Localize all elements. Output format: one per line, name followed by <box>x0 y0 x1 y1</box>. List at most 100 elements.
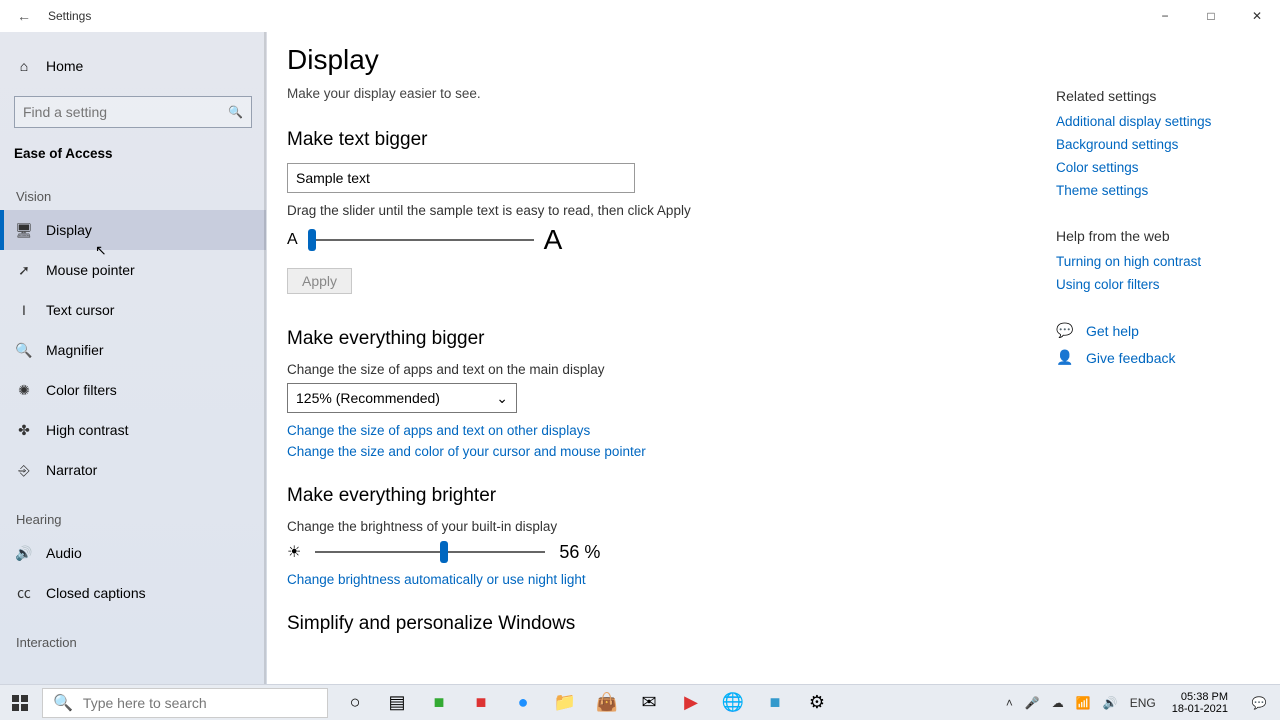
give-feedback[interactable]: 👤 Give feedback <box>1056 349 1256 366</box>
tray-notifications-icon[interactable]: 💬 <box>1242 696 1276 710</box>
sidebar-scrollbar[interactable] <box>264 32 266 684</box>
start-button[interactable] <box>0 685 40 721</box>
store-icon[interactable]: 👜 <box>586 685 628 721</box>
home-label: Home <box>46 58 83 74</box>
nav-label: High contrast <box>46 422 128 438</box>
slider-hint: Drag the slider until the sample text is… <box>287 203 1027 218</box>
sidebar-search-input[interactable] <box>23 104 228 120</box>
taskbar-search[interactable]: 🔍 Type here to search <box>42 688 328 718</box>
audio-icon: 🔊 <box>16 545 32 562</box>
color-filters-icon: ✺ <box>16 382 32 399</box>
give-feedback-label: Give feedback <box>1086 350 1176 366</box>
text-size-slider-row: A A <box>287 224 1027 256</box>
related-heading: Related settings <box>1056 88 1256 104</box>
get-help[interactable]: 💬 Get help <box>1056 322 1256 339</box>
group-vision-label: Vision <box>0 167 266 210</box>
close-button[interactable]: ✕ <box>1234 0 1280 32</box>
slider-thumb[interactable] <box>308 229 316 251</box>
sidebar-category: Ease of Access <box>0 128 266 167</box>
app-icon-1[interactable]: ■ <box>418 685 460 721</box>
window-title: Settings <box>48 9 91 23</box>
brightness-row: ☀ 56 % <box>287 540 1027 564</box>
tray-clock[interactable]: 05:38 PM 18-01-2021 <box>1166 691 1234 715</box>
edge-icon[interactable]: ● <box>502 685 544 721</box>
sample-text-box: Sample text <box>287 163 635 193</box>
nav-color-filters[interactable]: ✺ Color filters <box>0 370 266 410</box>
slider-track <box>308 239 534 241</box>
sun-icon: ☀ <box>287 542 301 562</box>
link-cursor-size[interactable]: Change the size and color of your cursor… <box>287 444 1027 459</box>
back-button[interactable]: ← <box>0 8 48 24</box>
link-other-displays[interactable]: Change the size of apps and text on othe… <box>287 423 1027 438</box>
slider-thumb[interactable] <box>440 541 448 563</box>
scale-dropdown[interactable]: 125% (Recommended) ⌄ <box>287 383 517 413</box>
section-simplify: Simplify and personalize Windows <box>287 613 1027 635</box>
app-icon-3[interactable]: ▶ <box>670 685 712 721</box>
nav-display[interactable]: 🖥 Display <box>0 210 266 250</box>
brightness-slider[interactable] <box>315 540 545 564</box>
taskbar-apps: ○ ▤ ■ ■ ● 📁 👜 ✉ ▶ 🌐 ■ ⚙ <box>334 685 838 721</box>
mail-icon[interactable]: ✉ <box>628 685 670 721</box>
scale-selected: 125% (Recommended) <box>296 390 440 406</box>
nav-closed-captions[interactable]: ㏄ Closed captions <box>0 573 266 613</box>
nav-audio[interactable]: 🔊 Audio <box>0 533 266 573</box>
link-additional-display[interactable]: Additional display settings <box>1056 114 1256 129</box>
feedback-icon: 👤 <box>1056 349 1072 366</box>
big-a-icon: A <box>544 224 563 256</box>
link-theme[interactable]: Theme settings <box>1056 183 1256 198</box>
sidebar-search[interactable]: 🔍 <box>14 96 252 128</box>
file-explorer-icon[interactable]: 📁 <box>544 685 586 721</box>
tray-volume-icon[interactable]: 🔊 <box>1101 696 1120 710</box>
link-color[interactable]: Color settings <box>1056 160 1256 175</box>
tray-language[interactable]: ENG <box>1128 696 1158 710</box>
apply-button[interactable]: Apply <box>287 268 352 294</box>
text-size-slider[interactable] <box>308 228 534 252</box>
task-view-icon[interactable]: ▤ <box>376 685 418 721</box>
nav-narrator[interactable]: ⎆ Narrator <box>0 450 266 490</box>
app-icon-2[interactable]: ■ <box>460 685 502 721</box>
chrome-icon[interactable]: 🌐 <box>712 685 754 721</box>
section-text-bigger: Make text bigger <box>287 129 1027 151</box>
nav-label: Mouse pointer <box>46 262 135 278</box>
nav-magnifier[interactable]: 🔍 Magnifier <box>0 330 266 370</box>
link-night-light[interactable]: Change brightness automatically or use n… <box>287 572 1027 587</box>
group-interaction-label: Interaction <box>0 613 266 656</box>
link-help-color-filters[interactable]: Using color filters <box>1056 277 1256 292</box>
brightness-value: 56 % <box>559 542 600 563</box>
cortana-icon[interactable]: ○ <box>334 685 376 721</box>
help-icon: 💬 <box>1056 322 1072 339</box>
text-cursor-icon: I <box>16 302 32 318</box>
tray-mic-icon[interactable]: 🎤 <box>1023 696 1042 710</box>
nav-label: Color filters <box>46 382 117 398</box>
high-contrast-icon: ✤ <box>16 422 32 439</box>
home-nav[interactable]: ⌂ Home <box>0 46 266 86</box>
taskbar: 🔍 Type here to search ○ ▤ ■ ■ ● 📁 👜 ✉ ▶ … <box>0 684 1280 720</box>
home-icon: ⌂ <box>16 58 32 74</box>
nav-label: Closed captions <box>46 585 146 601</box>
right-rail: Related settings Additional display sett… <box>1056 88 1256 376</box>
minimize-button[interactable]: − <box>1142 0 1188 32</box>
mouse-pointer-icon: ➚ <box>16 262 32 279</box>
nav-text-cursor[interactable]: I Text cursor <box>0 290 266 330</box>
tray-onedrive-icon[interactable]: ☁ <box>1050 696 1066 710</box>
tray-wifi-icon[interactable]: 📶 <box>1074 696 1093 710</box>
settings-icon[interactable]: ⚙ <box>796 685 838 721</box>
nav-label: Narrator <box>46 462 97 478</box>
tray-chevron-icon[interactable]: ˄ <box>1004 696 1015 710</box>
magnifier-icon: 🔍 <box>16 342 32 359</box>
nav-mouse-pointer[interactable]: ➚ Mouse pointer <box>0 250 266 290</box>
link-background[interactable]: Background settings <box>1056 137 1256 152</box>
brightness-desc: Change the brightness of your built-in d… <box>287 519 1027 534</box>
content: Display Make your display easier to see.… <box>287 44 1027 647</box>
page-title: Display <box>287 44 1027 76</box>
search-icon: 🔍 <box>228 105 243 119</box>
link-help-high-contrast[interactable]: Turning on high contrast <box>1056 254 1256 269</box>
section-brighter: Make everything brighter <box>287 485 1027 507</box>
sample-text: Sample text <box>296 170 370 186</box>
system-tray: ˄ 🎤 ☁ 📶 🔊 ENG 05:38 PM 18-01-2021 💬 <box>1004 685 1280 720</box>
clock-time: 05:38 PM <box>1172 691 1228 703</box>
maximize-button[interactable]: □ <box>1188 0 1234 32</box>
nav-high-contrast[interactable]: ✤ High contrast <box>0 410 266 450</box>
narrator-icon: ⎆ <box>16 462 32 479</box>
app-icon-4[interactable]: ■ <box>754 685 796 721</box>
